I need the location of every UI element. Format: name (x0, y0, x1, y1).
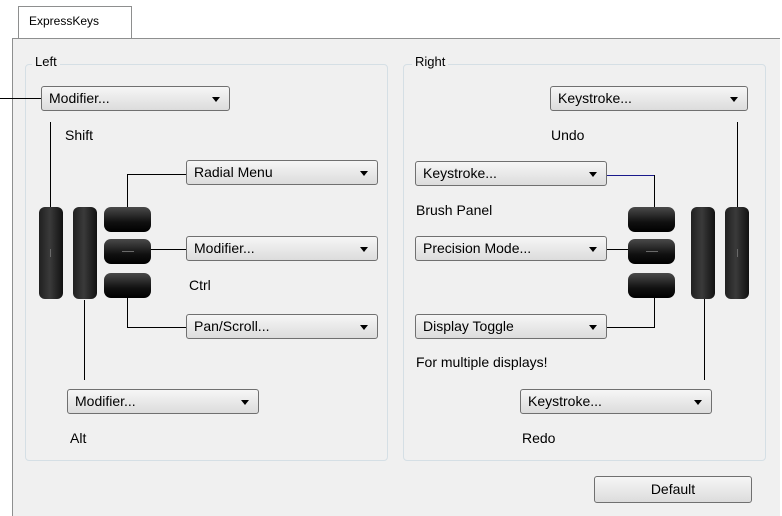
connector-line (127, 174, 128, 207)
dropdown-value: Keystroke... (558, 90, 632, 106)
right-top-dropdown[interactable]: Keystroke... (550, 86, 748, 111)
chevron-down-icon (589, 247, 597, 252)
tab-expresskeys[interactable]: ExpressKeys (18, 6, 132, 38)
key-notch (122, 251, 134, 252)
express-key-right-lower (628, 273, 675, 298)
dropdown-value: Keystroke... (423, 165, 497, 181)
connector-line (127, 327, 186, 328)
default-button[interactable]: Default (594, 476, 752, 503)
chevron-down-icon (360, 171, 368, 176)
connector-line (150, 249, 186, 250)
pan-scroll-dropdown[interactable]: Pan/Scroll... (186, 314, 378, 339)
connector-line (704, 298, 705, 380)
connector-line (84, 300, 85, 380)
right-bottom-dropdown[interactable]: Keystroke... (520, 389, 712, 414)
dropdown-value: Modifier... (49, 90, 110, 106)
dropdown-value: Display Toggle (423, 318, 514, 334)
chevron-down-icon (589, 172, 597, 177)
left-top-dropdown[interactable]: Modifier... (41, 86, 230, 111)
right-upper-label: Brush Panel (416, 202, 493, 218)
tab-label: ExpressKeys (29, 14, 100, 28)
dropdown-value: Precision Mode... (423, 240, 532, 256)
chevron-down-icon (694, 400, 702, 405)
connector-line (50, 122, 51, 210)
right-upper-dropdown[interactable]: Keystroke... (415, 161, 607, 186)
express-key-right-touch-strip-1 (691, 207, 715, 299)
display-toggle-label: For multiple displays! (416, 354, 548, 370)
left-bottom-label: Alt (70, 430, 87, 446)
left-group-title: Left (32, 54, 60, 69)
key-notch (737, 249, 738, 257)
precision-mode-dropdown[interactable]: Precision Mode... (415, 236, 607, 261)
chevron-down-icon (360, 247, 368, 252)
right-bottom-label: Redo (522, 430, 556, 446)
radial-menu-dropdown[interactable]: Radial Menu (186, 160, 378, 185)
express-key-left-lower (104, 273, 151, 298)
express-key-left-upper (104, 207, 151, 232)
express-key-left-touch-strip-2 (73, 207, 97, 299)
chevron-down-icon (730, 97, 738, 102)
connector-line (0, 98, 42, 99)
display-toggle-dropdown[interactable]: Display Toggle (415, 314, 607, 339)
connector-line (127, 174, 186, 175)
right-group-title: Right (412, 54, 449, 69)
dropdown-value: Radial Menu (194, 164, 273, 180)
right-top-label: Undo (551, 127, 585, 143)
chevron-down-icon (212, 97, 220, 102)
dropdown-value: Keystroke... (528, 393, 602, 409)
express-key-right-upper (628, 207, 675, 232)
connector-line (127, 297, 128, 327)
connector-line (605, 249, 630, 250)
dropdown-value: Modifier... (194, 240, 255, 256)
connector-line (654, 298, 655, 328)
left-bottom-dropdown[interactable]: Modifier... (67, 389, 259, 414)
chevron-down-icon (360, 325, 368, 330)
chevron-down-icon (589, 325, 597, 330)
dropdown-value: Modifier... (75, 393, 136, 409)
key-notch (646, 251, 658, 252)
key-notch (50, 249, 51, 257)
connector-line (654, 175, 655, 208)
left-top-label: Shift (65, 127, 94, 143)
left-middle-dropdown[interactable]: Modifier... (186, 236, 378, 261)
connector-line (737, 122, 738, 208)
left-middle-label: Ctrl (189, 277, 211, 293)
connector-line (607, 327, 655, 328)
connector-line (605, 175, 655, 176)
dropdown-value: Pan/Scroll... (194, 318, 270, 334)
express-key-left-touch-strip-1 (39, 207, 63, 299)
chevron-down-icon (241, 400, 249, 405)
